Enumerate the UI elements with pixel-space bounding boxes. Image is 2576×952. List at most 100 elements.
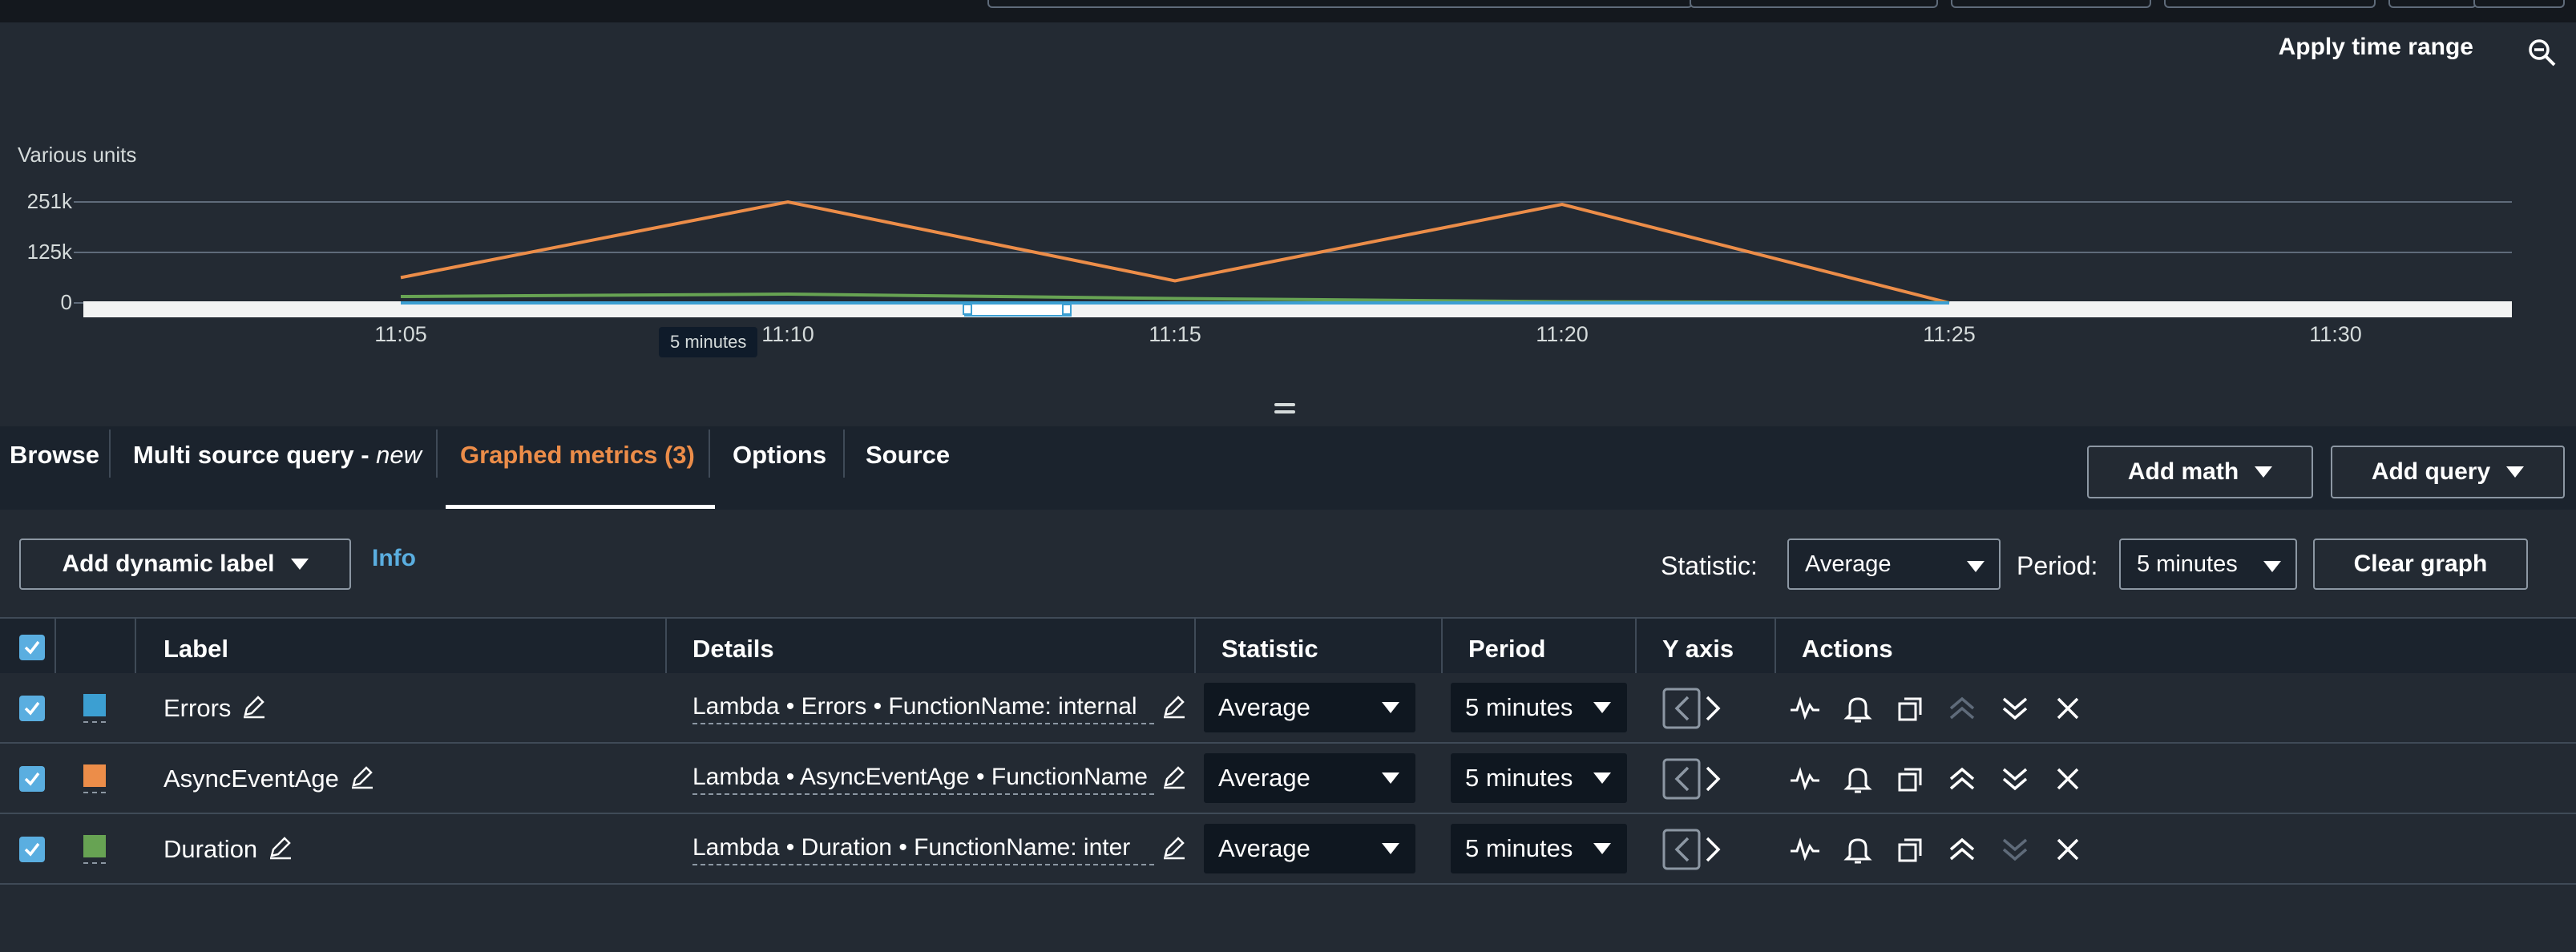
row-period-select[interactable]: 5 minutes	[1451, 683, 1627, 732]
sparkline-icon[interactable]	[1787, 761, 1823, 797]
toolbar-button-bottom-edge[interactable]	[2473, 0, 2565, 8]
row-statistic-select[interactable]: Average	[1204, 753, 1415, 803]
apply-time-range-button[interactable]: Apply time range	[2279, 34, 2473, 61]
series-color-swatch[interactable]	[83, 764, 106, 787]
x-tick-label: 11:20	[1536, 322, 1589, 346]
alarm-bell-icon[interactable]	[1840, 761, 1875, 797]
duplicate-icon[interactable]	[1893, 761, 1928, 797]
edit-details-icon[interactable]	[1161, 763, 1188, 790]
move-down-icon[interactable]	[1997, 832, 2033, 867]
alarm-bell-icon[interactable]	[1840, 691, 1875, 726]
y-axis-toggle[interactable]	[1662, 758, 1726, 800]
tab-divider	[436, 430, 438, 478]
caret-down-icon	[290, 559, 309, 570]
period-label: Period:	[2017, 551, 2098, 580]
sparkline-icon[interactable]	[1787, 832, 1823, 867]
time-range-input-bottom-edge[interactable]	[987, 0, 1693, 8]
line-style-indicator[interactable]	[83, 721, 106, 723]
row-period-select[interactable]: 5 minutes	[1451, 753, 1627, 803]
add-dynamic-label-button[interactable]: Add dynamic label	[19, 539, 351, 590]
period-select[interactable]: 5 minutes	[2119, 539, 2297, 590]
edit-label-icon[interactable]	[267, 833, 294, 861]
line-style-indicator[interactable]	[83, 862, 106, 864]
series-color-swatch[interactable]	[83, 835, 106, 857]
move-up-icon[interactable]	[1944, 832, 1980, 867]
y-axis-unit-label: Various units	[18, 143, 137, 167]
x-tick-label: 11:15	[1149, 322, 1201, 346]
tab-label: Multi source query -	[133, 441, 377, 469]
sparkline-icon[interactable]	[1787, 691, 1823, 726]
tab-options[interactable]: Options	[733, 441, 826, 470]
caret-down-icon	[2263, 561, 2281, 572]
row-statistic-value: Average	[1218, 764, 1310, 792]
toolbar-button-bottom-edge[interactable]	[2388, 0, 2477, 8]
statistic-select-value: Average	[1805, 551, 1892, 577]
edit-label-icon[interactable]	[349, 763, 376, 790]
x-tick-label: 11:25	[1923, 322, 1976, 346]
line-style-indicator[interactable]	[83, 792, 106, 793]
table-header: Label Details Statistic Period Y axis Ac…	[0, 617, 2576, 676]
remove-icon[interactable]	[2050, 761, 2085, 797]
row-statistic-value: Average	[1218, 834, 1310, 862]
line-chart[interactable]	[0, 184, 2576, 329]
clear-graph-label: Clear graph	[2353, 551, 2488, 577]
row-statistic-select[interactable]: Average	[1204, 824, 1415, 873]
y-axis-toggle[interactable]	[1662, 829, 1726, 870]
tab-source[interactable]: Source	[866, 441, 950, 470]
time-range-select-bottom-edge[interactable]	[1690, 0, 1938, 8]
clear-graph-button[interactable]: Clear graph	[2313, 539, 2528, 590]
tab-browse[interactable]: Browse	[10, 441, 99, 470]
edit-details-icon[interactable]	[1161, 833, 1188, 861]
tab-multi-source-query[interactable]: Multi source query - new	[133, 441, 422, 470]
zoom-out-icon[interactable]	[2526, 37, 2558, 69]
info-link[interactable]: Info	[372, 545, 416, 572]
remove-icon[interactable]	[2050, 832, 2085, 867]
series-color-swatch[interactable]	[83, 694, 106, 716]
row-checkbox[interactable]	[19, 766, 45, 792]
move-up-icon[interactable]	[1944, 691, 1980, 726]
y-axis-toggle[interactable]	[1662, 688, 1726, 729]
alarm-bell-icon[interactable]	[1840, 832, 1875, 867]
add-dynamic-label-text: Add dynamic label	[62, 551, 275, 577]
check-icon	[24, 701, 40, 716]
select-all-checkbox[interactable]	[19, 635, 45, 660]
x-tick-label: 11:10	[761, 322, 814, 346]
toolbar-button-bottom-edge[interactable]	[2164, 0, 2376, 8]
row-period-select[interactable]: 5 minutes	[1451, 824, 1627, 873]
active-tab-indicator	[446, 505, 715, 509]
move-down-icon[interactable]	[1997, 761, 2033, 797]
check-icon	[24, 842, 40, 857]
row-period-value: 5 minutes	[1465, 693, 1573, 721]
tab-graphed-metrics[interactable]: Graphed metrics (3)	[460, 441, 695, 470]
move-down-icon[interactable]	[1997, 691, 2033, 726]
tab-new-suffix: new	[376, 441, 422, 469]
column-header-details: Details	[692, 635, 774, 663]
row-details-text[interactable]: Lambda • AsyncEventAge • FunctionName	[692, 761, 1154, 795]
column-header-actions: Actions	[1802, 635, 1893, 663]
check-icon	[24, 640, 40, 655]
statistic-select[interactable]: Average	[1787, 539, 2001, 590]
top-bar	[0, 0, 2576, 22]
column-header-period: Period	[1468, 635, 1546, 663]
remove-icon[interactable]	[2050, 691, 2085, 726]
row-checkbox[interactable]	[19, 696, 45, 721]
row-details-text[interactable]: Lambda • Duration • FunctionName: inter	[692, 832, 1154, 865]
row-details-text[interactable]: Lambda • Errors • FunctionName: internal	[692, 691, 1154, 724]
column-header-y-axis: Y axis	[1662, 635, 1734, 663]
move-up-icon[interactable]	[1944, 761, 1980, 797]
drag-handle-icon[interactable]	[1274, 403, 1295, 414]
duplicate-icon[interactable]	[1893, 691, 1928, 726]
row-statistic-value: Average	[1218, 693, 1310, 721]
caret-down-icon	[1593, 843, 1611, 854]
row-statistic-select[interactable]: Average	[1204, 683, 1415, 732]
row-period-value: 5 minutes	[1465, 764, 1573, 792]
add-query-button[interactable]: Add query	[2331, 446, 2565, 498]
duplicate-icon[interactable]	[1893, 832, 1928, 867]
row-checkbox[interactable]	[19, 837, 45, 862]
caret-down-icon	[1967, 561, 1984, 572]
add-math-button[interactable]: Add math	[2087, 446, 2313, 498]
toolbar-button-bottom-edge[interactable]	[1951, 0, 2151, 8]
table-row: Duration Lambda • Duration • FunctionNam…	[0, 814, 2576, 885]
edit-details-icon[interactable]	[1161, 692, 1188, 720]
edit-label-icon[interactable]	[240, 692, 268, 720]
